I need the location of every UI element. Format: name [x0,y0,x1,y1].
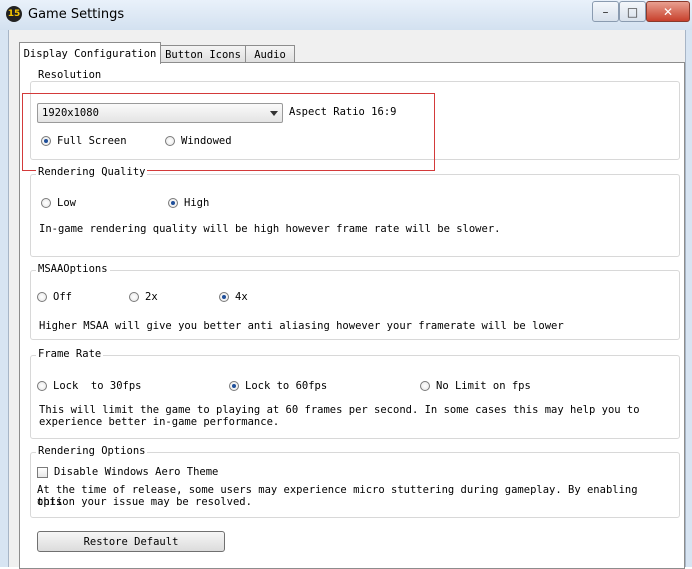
radio-label: Lock to 60fps [245,380,328,392]
radio-quality-low[interactable]: Low [41,197,76,209]
checkbox-box [37,466,48,478]
radio-label: Lock to 30fps [53,380,142,392]
radio-label: 2x [145,291,158,303]
title-bar[interactable]: 15 Game Settings – □ ✕ [0,0,692,30]
maximize-icon: □ [626,4,639,19]
rendering-quality-group-label: Rendering Quality [36,166,148,178]
frame-rate-group-label: Frame Rate [36,348,104,360]
minimize-icon: – [602,4,609,19]
msaa-group-label: MSAAOptions [36,263,110,275]
radio-indicator [129,292,139,302]
game-settings-window: 15 Game Settings – □ ✕ Display Configura… [0,0,692,569]
maximize-button[interactable]: □ [619,1,646,22]
resolution-group-label: Resolution [36,69,104,81]
radio-quality-high[interactable]: High [168,197,209,209]
rendering-quality-group [30,174,680,257]
rendering-options-group-label: Rendering Options [36,445,148,457]
radio-lock-60fps[interactable]: Lock to 60fps [229,380,327,392]
tab-display-configuration[interactable]: Display Configuration [19,42,161,64]
disable-aero-checkbox[interactable]: Disable Windows Aero Theme [37,466,218,478]
radio-label: Low [57,197,76,209]
restore-default-button[interactable]: Restore Default [37,531,225,552]
frame-rate-description-line2: experience better in-game performance. [39,416,280,428]
radio-indicator [219,292,229,302]
radio-no-limit-fps[interactable]: No Limit on fps [420,380,531,392]
rendering-quality-description: In-game rendering quality will be high h… [39,223,501,235]
window-title: Game Settings [28,7,125,22]
radio-label: No Limit on fps [436,380,531,392]
radio-lock-30fps[interactable]: Lock to 30fps [37,380,142,392]
app-icon: 15 [6,6,22,22]
close-icon: ✕ [662,4,674,19]
radio-indicator [41,198,51,208]
radio-indicator [229,381,239,391]
radio-msaa-off[interactable]: Off [37,291,72,303]
radio-label: 4x [235,291,248,303]
tab-audio[interactable]: Audio [245,45,295,63]
radio-indicator [37,292,47,302]
tab-button-icons[interactable]: Button Icons [160,45,246,63]
msaa-description: Higher MSAA will give you better anti al… [39,320,564,332]
radio-indicator [420,381,430,391]
radio-indicator [168,198,178,208]
radio-msaa-4x[interactable]: 4x [219,291,248,303]
rendering-options-description-line2: option your issue may be resolved. [37,496,252,508]
radio-label: Off [53,291,72,303]
radio-label: High [184,197,210,209]
highlight-box [22,93,435,171]
frame-rate-description-line1: This will limit the game to playing at 6… [39,404,640,416]
radio-indicator [37,381,47,391]
close-button[interactable]: ✕ [646,1,690,22]
radio-msaa-2x[interactable]: 2x [129,291,158,303]
minimize-button[interactable]: – [592,1,619,22]
checkbox-label: Disable Windows Aero Theme [54,466,219,478]
